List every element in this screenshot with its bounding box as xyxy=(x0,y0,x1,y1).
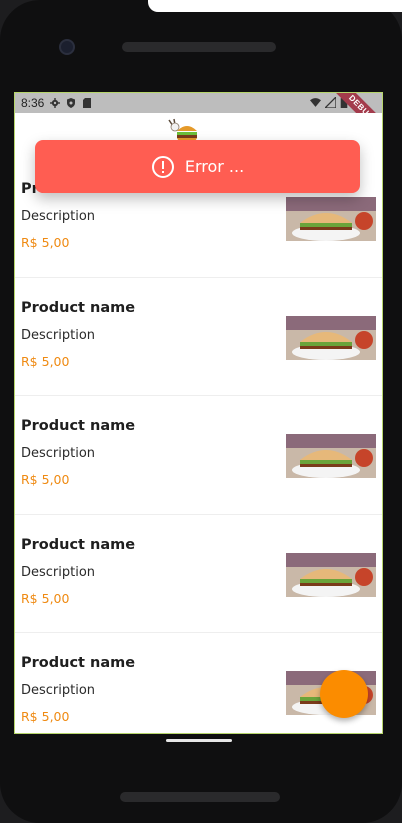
list-item[interactable]: Product name Description R$ 5,00 xyxy=(15,278,382,396)
product-image xyxy=(286,197,376,241)
front-camera xyxy=(59,39,75,55)
list-item[interactable]: Product name Description R$ 5,00 xyxy=(15,396,382,515)
product-name: Product name xyxy=(21,299,136,316)
product-name: Product name xyxy=(21,418,136,434)
product-image xyxy=(286,434,376,478)
bottom-speaker xyxy=(120,792,280,802)
product-description: Description xyxy=(21,564,96,580)
product-price: R$ 5,00 xyxy=(21,472,70,487)
background-window-edge xyxy=(148,0,402,12)
home-indicator[interactable] xyxy=(166,739,232,742)
settings-icon xyxy=(50,98,61,108)
product-description: Description xyxy=(21,327,96,343)
product-price: R$ 5,00 xyxy=(21,235,70,250)
sd-card-icon xyxy=(83,98,92,108)
shield-icon xyxy=(67,98,76,108)
error-message: Error ... xyxy=(184,157,245,176)
status-time: 8:36 xyxy=(21,96,45,110)
product-list[interactable]: Product name Description R$ 5,00 Product… xyxy=(15,159,382,733)
product-description: Description xyxy=(21,446,96,461)
product-price: R$ 5,00 xyxy=(21,353,70,369)
error-toast[interactable]: Error ... xyxy=(35,140,360,193)
product-name: Product name xyxy=(21,536,136,553)
product-price: R$ 5,00 xyxy=(21,590,70,606)
list-item[interactable]: Product name Description R$ 5,00 xyxy=(15,515,382,633)
signal-icon xyxy=(325,97,336,108)
wifi-icon xyxy=(310,98,321,107)
product-name: Product name xyxy=(21,655,136,671)
product-description: Description xyxy=(21,209,96,224)
product-description: Description xyxy=(21,683,96,698)
product-image xyxy=(286,552,376,597)
product-price: R$ 5,00 xyxy=(21,709,70,724)
product-image xyxy=(286,315,376,360)
status-bar: 8:36 xyxy=(15,93,382,113)
earpiece-speaker xyxy=(122,42,276,52)
phone-frame: 8:36 DEBUG Description R$ 5,00 Product n… xyxy=(0,0,402,823)
floating-action-button[interactable] xyxy=(320,670,368,718)
error-icon xyxy=(151,155,174,178)
